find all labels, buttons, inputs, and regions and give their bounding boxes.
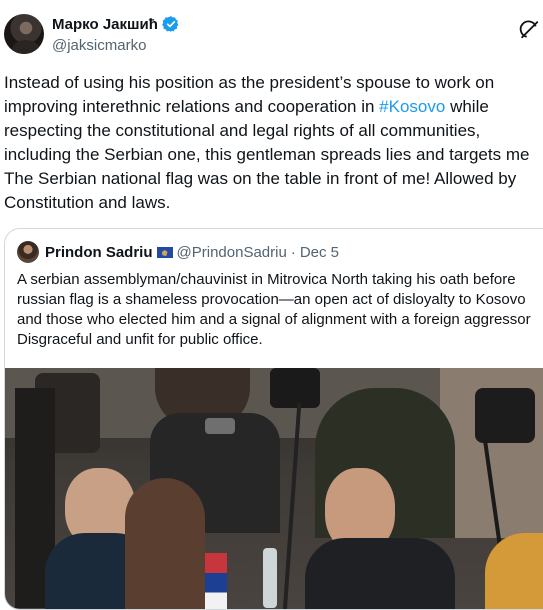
kosovo-flag-icon [156, 247, 173, 258]
verified-badge-icon [162, 16, 179, 32]
tweet-text-line: including the Serbian one, this gentlema… [4, 145, 530, 164]
quoted-tweet-media[interactable] [5, 368, 543, 609]
quoted-tweet[interactable]: Prindon Sadriu @PrindonSadriu · Dec 5 A … [4, 228, 543, 610]
quoted-author-avatar[interactable] [17, 241, 39, 263]
quoted-tweet-date[interactable]: Dec 5 [300, 244, 339, 261]
tweet-text-line: Constitution and laws. [4, 193, 171, 212]
grok-icon[interactable] [518, 18, 540, 40]
tweet-text-line: respecting the constitutional and legal … [4, 121, 481, 140]
quoted-text-line: and those who elected him and a signal o… [17, 311, 531, 328]
author-handle[interactable]: @jaksicmarko [52, 37, 146, 54]
quoted-text-line: A serbian assemblyman/chauvinist in Mitr… [17, 271, 516, 288]
quoted-tweet-text: A serbian assemblyman/chauvinist in Mitr… [17, 270, 531, 350]
hashtag-link[interactable]: #Kosovo [379, 97, 445, 116]
tweet-text-line: Instead of using his position as the pre… [4, 73, 495, 92]
quoted-tweet-header: Prindon Sadriu @PrindonSadriu · Dec 5 [45, 244, 339, 261]
author-name-text: Марко Јакшић [52, 15, 158, 33]
author-name[interactable]: Марко Јакшић [52, 15, 180, 33]
quoted-author-handle[interactable]: @PrindonSadriu [177, 244, 287, 261]
author-avatar[interactable] [4, 14, 44, 54]
tweet-text-line: The Serbian national flag was on the tab… [4, 169, 517, 188]
tweet-text-line: improving interethnic relations and coop… [4, 97, 489, 116]
tweet-text: Instead of using his position as the pre… [4, 71, 543, 215]
quoted-text-line: Disgraceful and unfit for public office. [17, 331, 263, 348]
separator-dot: · [290, 244, 296, 261]
quoted-author-name[interactable]: Prindon Sadriu [45, 244, 153, 261]
quoted-text-line: russian flag is a shameless provocation—… [17, 291, 526, 308]
